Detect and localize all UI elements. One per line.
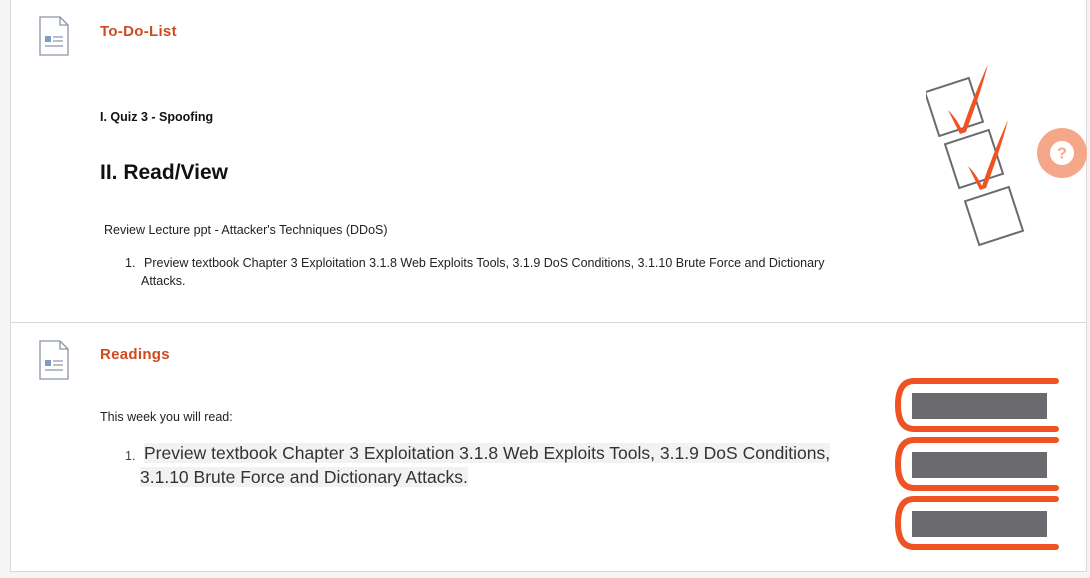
question-mark-icon: ?	[1050, 141, 1074, 165]
todo-card: To-Do-List I. Quiz 3 - Spoofing II. Read…	[10, 0, 1087, 323]
quiz-item: I. Quiz 3 - Spoofing	[100, 110, 214, 124]
list-number: 1.	[125, 449, 136, 463]
readings-intro: This week you will read:	[100, 410, 233, 424]
todo-list-item: 1. Preview textbook Chapter 3 Exploitati…	[125, 254, 905, 290]
checklist-illustration	[923, 60, 1046, 255]
help-button[interactable]: ?	[1037, 128, 1087, 178]
list-item-line1: Preview textbook Chapter 3 Exploitation …	[144, 443, 831, 463]
list-number: 1.	[125, 256, 136, 270]
list-item-line2: Attacks.	[141, 274, 186, 288]
svg-text:?: ?	[1057, 146, 1067, 163]
review-text: Review Lecture ppt - Attacker's Techniqu…	[104, 223, 388, 237]
book-stack-illustration	[884, 376, 1064, 556]
readings-card: Readings This week you will read: 1. Pre…	[10, 322, 1087, 572]
readings-title[interactable]: Readings	[100, 346, 170, 363]
document-icon[interactable]	[38, 340, 70, 380]
list-item-line2: 3.1.10 Brute Force and Dictionary Attack…	[140, 467, 468, 487]
list-item-line1: Preview textbook Chapter 3 Exploitation …	[144, 256, 825, 270]
read-view-heading: II. Read/View	[100, 161, 228, 184]
document-icon[interactable]	[38, 16, 70, 56]
readings-list-item: 1. Preview textbook Chapter 3 Exploitati…	[125, 441, 895, 489]
todo-title[interactable]: To-Do-List	[100, 23, 177, 40]
